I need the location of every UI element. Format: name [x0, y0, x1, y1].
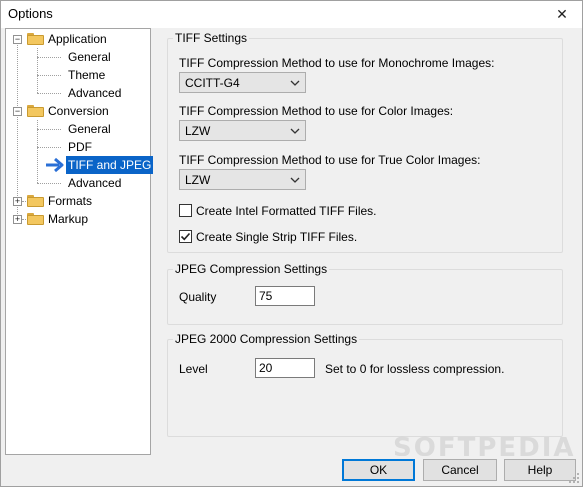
mono-compression-select[interactable]: CCITT-G4	[179, 72, 306, 93]
quality-input[interactable]: 75	[255, 286, 315, 306]
jpeg-settings-title: JPEG Compression Settings	[173, 262, 330, 276]
quality-label: Quality	[179, 290, 217, 304]
tiff-settings-title: TIFF Settings	[173, 31, 250, 45]
intel-tiff-checkbox[interactable]	[179, 204, 192, 217]
tree-line	[37, 147, 61, 148]
title-bar: Options ✕	[1, 1, 582, 28]
close-icon[interactable]: ✕	[550, 4, 574, 24]
truecolor-compression-label: TIFF Compression Method to use for True …	[179, 153, 481, 167]
tiff-settings-group	[167, 38, 563, 253]
folder-icon	[27, 213, 44, 225]
chevron-down-icon	[290, 177, 300, 183]
jpeg2000-settings-group	[167, 339, 563, 437]
help-button[interactable]: Help	[504, 459, 576, 481]
checkmark-icon	[180, 232, 191, 241]
collapse-icon[interactable]: −	[13, 35, 22, 44]
lossless-hint: Set to 0 for lossless compression.	[325, 362, 505, 376]
mono-compression-label: TIFF Compression Method to use for Monoc…	[179, 56, 495, 70]
truecolor-compression-value: LZW	[185, 173, 211, 187]
resize-grip-icon[interactable]	[568, 472, 580, 484]
collapse-icon[interactable]: −	[13, 107, 22, 116]
single-strip-label[interactable]: Create Single Strip TIFF Files.	[196, 230, 357, 244]
tree-line	[37, 129, 61, 130]
expand-icon[interactable]: +	[13, 215, 22, 224]
window-title: Options	[8, 6, 53, 21]
ok-button[interactable]: OK	[342, 459, 415, 481]
options-dialog: Options ✕ − Application General Theme Ad…	[0, 0, 583, 487]
tree-line	[17, 42, 18, 218]
intel-tiff-label[interactable]: Create Intel Formatted TIFF Files.	[196, 204, 377, 218]
jpeg2000-settings-title: JPEG 2000 Compression Settings	[173, 332, 360, 346]
color-compression-label: TIFF Compression Method to use for Color…	[179, 104, 454, 118]
cancel-button[interactable]: Cancel	[423, 459, 497, 481]
truecolor-compression-select[interactable]: LZW	[179, 169, 306, 190]
tree-line	[37, 57, 61, 58]
folder-icon	[27, 195, 44, 207]
single-strip-checkbox[interactable]	[179, 230, 192, 243]
jpeg-settings-group	[167, 269, 563, 325]
open-folder-icon	[27, 105, 44, 117]
tree-line	[37, 183, 61, 184]
tree-line	[37, 93, 61, 94]
level-input[interactable]: 20	[255, 358, 315, 378]
expand-icon[interactable]: +	[13, 197, 22, 206]
mono-compression-value: CCITT-G4	[185, 76, 240, 90]
open-folder-icon	[27, 33, 44, 45]
button-bar: OK Cancel Help	[1, 456, 582, 486]
options-tree[interactable]: − Application General Theme Advanced − C…	[5, 28, 154, 455]
color-compression-select[interactable]: LZW	[179, 120, 306, 141]
tree-line	[37, 48, 38, 93]
level-label: Level	[179, 362, 208, 376]
arrow-right-icon	[46, 157, 64, 173]
color-compression-value: LZW	[185, 124, 211, 138]
tree-line	[37, 75, 61, 76]
chevron-down-icon	[290, 80, 300, 86]
chevron-down-icon	[290, 128, 300, 134]
